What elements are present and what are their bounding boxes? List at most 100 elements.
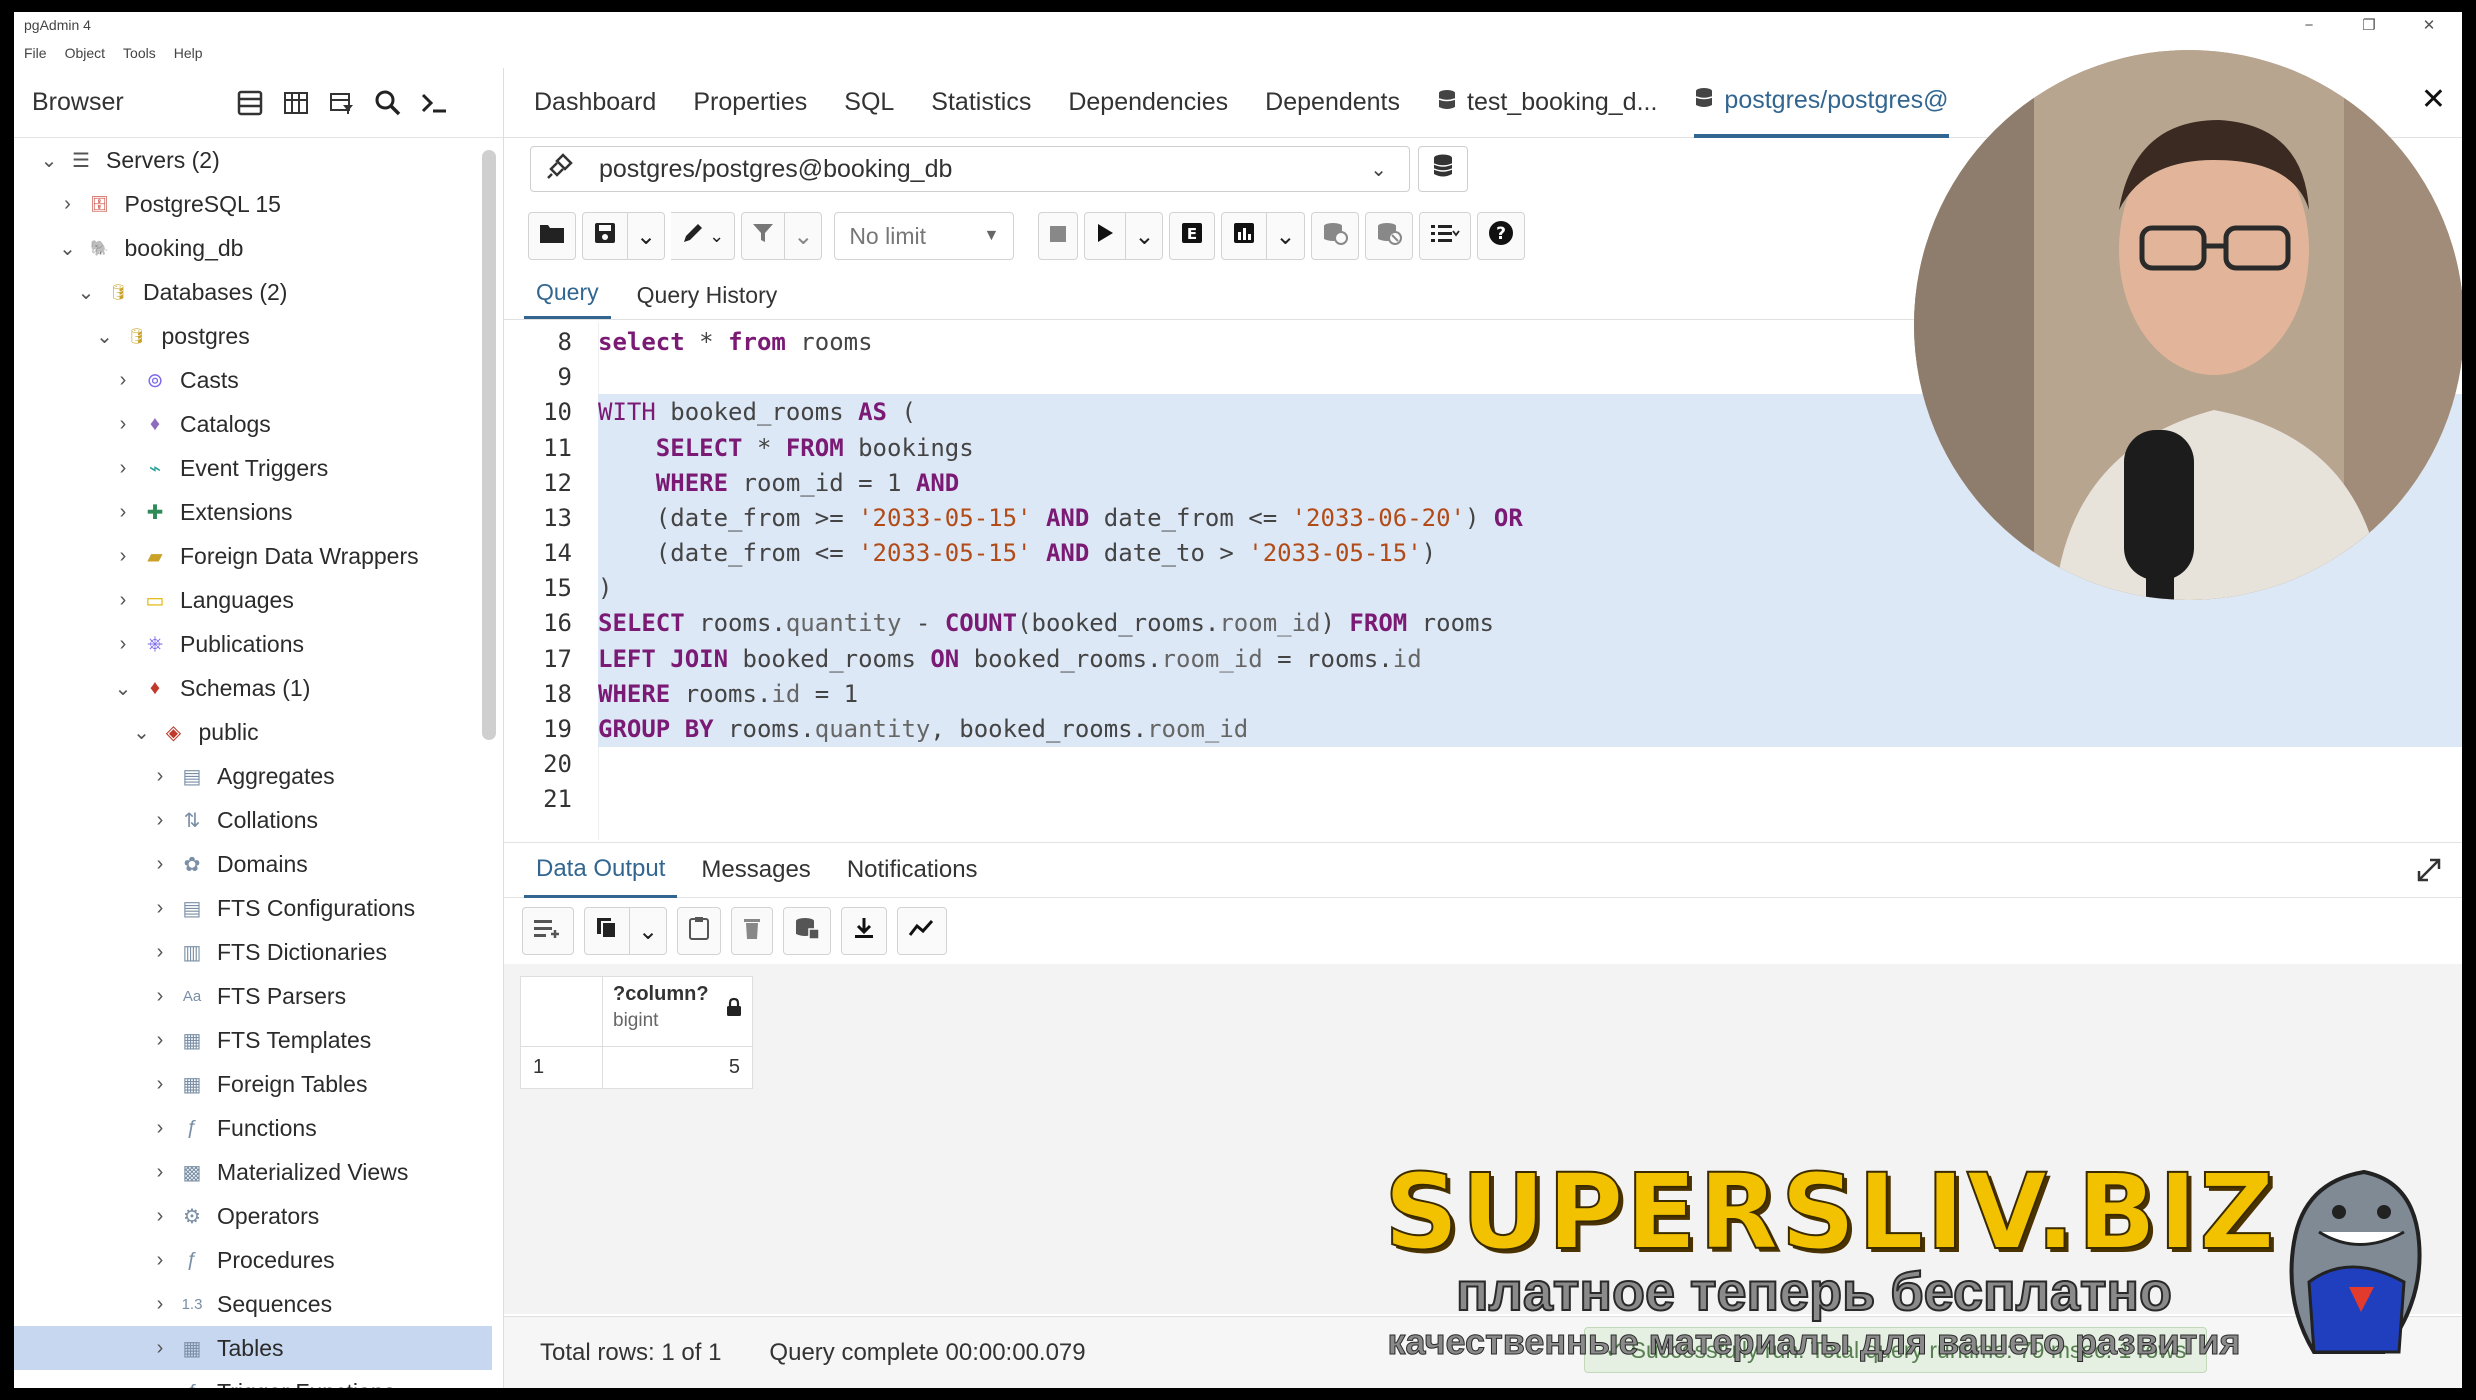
tree-item[interactable]: ⌄ ♦ Schemas (1): [108, 666, 311, 710]
code-line[interactable]: 19 GROUP BY rooms.quantity, booked_rooms.…: [543, 711, 2462, 747]
row-limit-select[interactable]: No limit ▼: [834, 212, 1015, 260]
new-connection-button[interactable]: [1418, 146, 1468, 192]
tab-5[interactable]: Dependencies: [1068, 68, 1228, 138]
tab-1[interactable]: Dashboard: [534, 68, 656, 138]
menu-tools[interactable]: Tools: [123, 45, 156, 61]
chevron-right-icon[interactable]: ›: [145, 1293, 175, 1316]
filter-button[interactable]: [741, 212, 786, 260]
tree-item[interactable]: › ✚ Extensions: [108, 490, 293, 534]
menu-file[interactable]: File: [24, 45, 47, 61]
help-button[interactable]: ?: [1476, 212, 1525, 260]
tree-item[interactable]: › ♦ Catalogs: [108, 402, 271, 446]
tree-item[interactable]: › Aa FTS Parsers: [145, 974, 346, 1018]
chevron-right-icon[interactable]: ›: [145, 1381, 175, 1389]
column-header[interactable]: ?column? bigint: [602, 976, 753, 1047]
chevron-right-icon[interactable]: ›: [108, 545, 138, 568]
chevron-right-icon[interactable]: ›: [108, 369, 138, 392]
chevron-right-icon[interactable]: ›: [108, 457, 138, 480]
save-options-button[interactable]: ⌄: [628, 212, 666, 260]
chevron-right-icon[interactable]: ›: [145, 765, 175, 788]
chevron-right-icon[interactable]: ›: [145, 941, 175, 964]
tree-item[interactable]: › ▦ Foreign Tables: [145, 1062, 368, 1106]
grid-cell[interactable]: 5: [602, 1046, 753, 1089]
chevron-right-icon[interactable]: ›: [108, 589, 138, 612]
download-button[interactable]: [841, 907, 888, 955]
filter-options-button[interactable]: ⌄: [785, 212, 823, 260]
code-line[interactable]: 21: [543, 781, 2462, 817]
chevron-down-icon[interactable]: ⌄: [108, 676, 138, 701]
tree-item[interactable]: › ▩ Materialized Views: [145, 1150, 409, 1194]
save-data-button[interactable]: [783, 907, 832, 955]
tree-item[interactable]: › ▦ Tables: [14, 1326, 492, 1370]
rollback-button[interactable]: [1364, 212, 1413, 260]
menu-help[interactable]: Help: [174, 45, 203, 61]
tab-6[interactable]: Dependents: [1265, 68, 1400, 138]
filter-rows-icon[interactable]: [319, 80, 365, 126]
explain-options-button[interactable]: ⌄: [1267, 212, 1305, 260]
chevron-right-icon[interactable]: ›: [53, 193, 83, 216]
close-tab-icon[interactable]: ✕: [2421, 82, 2446, 117]
chevron-down-icon[interactable]: ⌄: [34, 148, 64, 173]
tree-item[interactable]: › ⇅ Collations: [145, 798, 318, 842]
tree-item[interactable]: ⌄ ☰ Servers (2): [34, 138, 220, 182]
menu-object[interactable]: Object: [65, 45, 105, 61]
close-window-button[interactable]: ✕: [2406, 12, 2452, 38]
chevron-right-icon[interactable]: ›: [145, 1073, 175, 1096]
stop-button[interactable]: [1038, 212, 1079, 260]
tree-item[interactable]: › ▭ Languages: [108, 578, 294, 622]
tab-query[interactable]: Query: [524, 279, 611, 319]
tree-item[interactable]: › ▥ FTS Dictionaries: [145, 930, 387, 974]
tree-item[interactable]: ⌄ ◈ public: [127, 710, 259, 754]
chevron-right-icon[interactable]: ›: [145, 1161, 175, 1184]
tree-item[interactable]: › ▰ Foreign Data Wrappers: [108, 534, 419, 578]
tab-7[interactable]: test_booking_d...: [1437, 68, 1657, 138]
chevron-right-icon[interactable]: ›: [145, 853, 175, 876]
tree-item[interactable]: ⌄ 🐘 booking_db: [53, 226, 243, 270]
tree-item[interactable]: ⌄ 🛢 Databases (2): [71, 270, 288, 314]
edit-button[interactable]: ⌄: [671, 212, 736, 260]
execute-button[interactable]: [1084, 212, 1127, 260]
chevron-right-icon[interactable]: ›: [145, 1249, 175, 1272]
search-icon[interactable]: [365, 80, 411, 126]
code-line[interactable]: 20: [543, 746, 2462, 782]
connection-select[interactable]: postgres/postgres@booking_db ⌄: [530, 146, 1410, 192]
psql-tool-icon[interactable]: [411, 80, 457, 126]
explain-analyze-button[interactable]: [1221, 212, 1268, 260]
maximize-button[interactable]: ❐: [2346, 12, 2392, 38]
tab-8[interactable]: postgres/postgres@: [1694, 68, 1949, 138]
add-row-button[interactable]: [522, 907, 574, 955]
graph-visualiser-button[interactable]: [897, 907, 948, 955]
tree-item[interactable]: › ⊚ Casts: [108, 358, 239, 402]
chevron-down-icon[interactable]: ⌄: [127, 720, 157, 745]
tab-2[interactable]: Properties: [693, 68, 807, 138]
tree-item[interactable]: › 🗄 PostgreSQL 15: [53, 182, 281, 226]
open-file-button[interactable]: [528, 212, 576, 260]
chevron-right-icon[interactable]: ›: [145, 1337, 175, 1360]
chevron-right-icon[interactable]: ›: [145, 1205, 175, 1228]
chevron-down-icon[interactable]: ⌄: [90, 324, 120, 349]
explain-button[interactable]: E: [1169, 212, 1216, 260]
tree-item[interactable]: › 1.3 Sequences: [145, 1282, 332, 1326]
tree-scrollbar[interactable]: [482, 150, 496, 740]
chevron-down-icon[interactable]: ⌄: [53, 236, 83, 261]
save-button[interactable]: [582, 212, 628, 260]
tree-item[interactable]: › ƒ Procedures: [145, 1238, 335, 1282]
tab-query-history[interactable]: Query History: [625, 282, 790, 319]
copy-button[interactable]: [584, 907, 630, 955]
chevron-right-icon[interactable]: ›: [145, 809, 175, 832]
tree-item[interactable]: ⌄ 🛢 postgres: [90, 314, 250, 358]
code-line[interactable]: 16 SELECT rooms.quantity - COUNT(booked_r…: [543, 605, 2462, 641]
tree-item[interactable]: › ▦ FTS Templates: [145, 1018, 372, 1062]
chevron-down-icon[interactable]: ⌄: [71, 280, 101, 305]
chevron-right-icon[interactable]: ›: [108, 633, 138, 656]
tree-item[interactable]: ›ƒ Trigger Functions: [145, 1370, 395, 1389]
chevron-right-icon[interactable]: ›: [145, 897, 175, 920]
view-data-icon[interactable]: [273, 80, 319, 126]
object-explorer-icon[interactable]: [227, 80, 273, 126]
tree-item[interactable]: › ⌁ Event Triggers: [108, 446, 329, 490]
chevron-right-icon[interactable]: ›: [108, 413, 138, 436]
code-line[interactable]: 17 LEFT JOIN booked_rooms ON booked_rooms…: [543, 641, 2462, 677]
tab-3[interactable]: SQL: [844, 68, 894, 138]
tree-item[interactable]: › ⚙ Operators: [145, 1194, 320, 1238]
code-line[interactable]: 18 WHERE rooms.id = 1: [543, 676, 2462, 712]
